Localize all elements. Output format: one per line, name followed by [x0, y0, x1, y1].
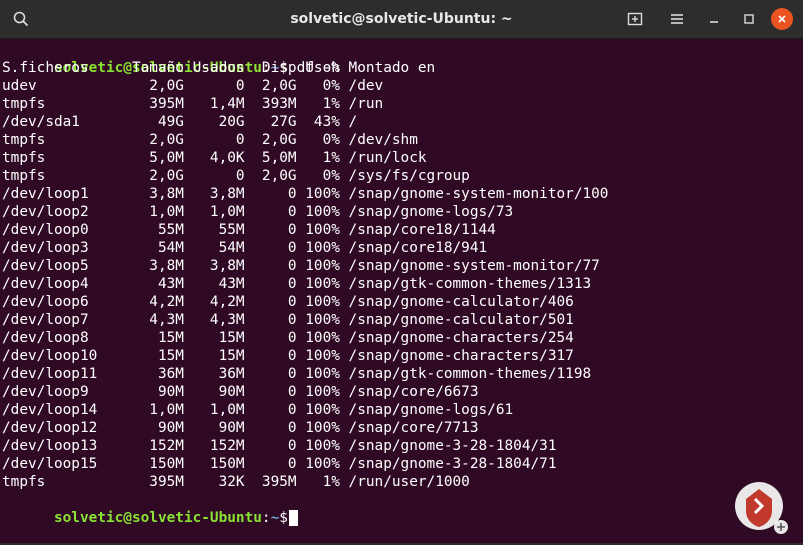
df-output-row: tmpfs 5,0M 4,0K 5,0M 1% /run/lock	[2, 150, 427, 166]
df-output-row: tmpfs 2,0G 0 2,0G 0% /dev/shm	[2, 132, 418, 148]
prompt-line: solvetic@solvetic-Ubuntu:~$ df -h	[2, 41, 340, 76]
df-output-row: /dev/loop6 4,2M 4,2M 0 100% /snap/gnome-…	[2, 294, 574, 310]
df-output-row: udev 2,0G 0 2,0G 0% /dev	[2, 78, 384, 94]
prompt-user-host: solvetic@solvetic-Ubuntu	[53, 510, 262, 526]
df-output-row: /dev/loop5 3,8M 3,8M 0 100% /snap/gnome-…	[2, 258, 600, 274]
df-output-row: tmpfs 2,0G 0 2,0G 0% /sys/fs/cgroup	[2, 168, 470, 184]
df-output-row: /dev/loop9 90M 90M 0 100% /snap/core/667…	[2, 384, 479, 400]
prompt-colon: :	[261, 510, 271, 526]
menu-button[interactable]	[664, 6, 690, 32]
minimize-icon	[710, 21, 718, 23]
solvetic-logo	[729, 479, 793, 537]
search-icon	[13, 11, 29, 27]
df-output-row: /dev/loop10 15M 15M 0 100% /snap/gnome-c…	[2, 348, 574, 364]
maximize-icon	[744, 14, 754, 24]
maximize-button[interactable]	[736, 6, 762, 32]
df-output-row: /dev/loop3 54M 54M 0 100% /snap/core18/9…	[2, 240, 488, 256]
df-output-row: /dev/loop8 15M 15M 0 100% /snap/gnome-ch…	[2, 330, 574, 346]
minimize-button[interactable]	[701, 6, 727, 32]
output-header: S.ficheros Tamaño Usados Disp Uso% Monta…	[2, 60, 436, 76]
hamburger-menu-icon	[671, 14, 683, 24]
df-output-row: /dev/loop15 150M 150M 0 100% /snap/gnome…	[2, 456, 557, 472]
df-output-row: /dev/loop0 55M 55M 0 100% /snap/core18/1…	[2, 222, 496, 238]
new-tab-icon	[627, 12, 643, 26]
search-button[interactable]	[8, 6, 34, 32]
df-output-row: /dev/loop11 36M 36M 0 100% /snap/gtk-com…	[2, 366, 592, 382]
new-tab-button[interactable]	[622, 6, 648, 32]
df-output-row: /dev/loop1 3,8M 3,8M 0 100% /snap/gnome-…	[2, 186, 609, 202]
scrollbar[interactable]	[797, 38, 803, 543]
df-output-row: tmpfs 395M 32K 395M 1% /run/user/1000	[2, 474, 470, 490]
terminal-output-area[interactable]: solvetic@solvetic-Ubuntu:~$ df -h S.fich…	[0, 38, 803, 543]
df-output-row: /dev/loop13 152M 152M 0 100% /snap/gnome…	[2, 438, 557, 454]
prompt-path: ~	[270, 510, 280, 526]
df-output-row: /dev/loop7 4,3M 4,3M 0 100% /snap/gnome-…	[2, 312, 574, 328]
prompt-symbol: $	[279, 510, 288, 526]
df-output-row: /dev/sda1 49G 20G 27G 43% /	[2, 114, 358, 130]
prompt-line-current: solvetic@solvetic-Ubuntu:~$	[2, 491, 298, 526]
title-bar[interactable]: solvetic@solvetic-Ubuntu: ~	[0, 0, 803, 39]
df-output-row: /dev/loop12 90M 90M 0 100% /snap/core/77…	[2, 420, 479, 436]
close-icon	[778, 15, 786, 23]
terminal-window: solvetic@solvetic-Ubuntu: ~ solvetic@sol…	[0, 0, 803, 543]
df-output-row: /dev/loop4 43M 43M 0 100% /snap/gtk-comm…	[2, 276, 592, 292]
df-output-row: tmpfs 395M 1,4M 393M 1% /run	[2, 96, 384, 112]
df-output-row: /dev/loop14 1,0M 1,0M 0 100% /snap/gnome…	[2, 402, 514, 418]
df-output-row: /dev/loop2 1,0M 1,0M 0 100% /snap/gnome-…	[2, 204, 514, 220]
text-cursor	[288, 510, 298, 526]
close-button[interactable]	[771, 8, 793, 30]
solvetic-logo-icon	[735, 482, 788, 534]
